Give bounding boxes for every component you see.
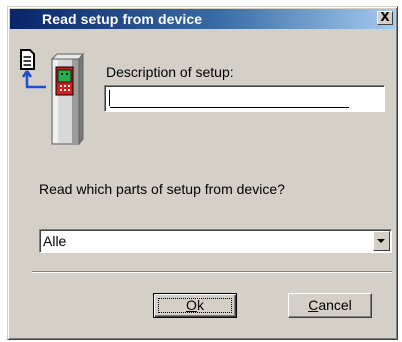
ok-button-label: Ok bbox=[186, 297, 204, 313]
cancel-button-label: Cancel bbox=[308, 297, 352, 313]
close-button[interactable]: X bbox=[377, 11, 393, 25]
dialog-title: Read setup from device bbox=[42, 11, 203, 27]
cancel-button[interactable]: Cancel bbox=[288, 293, 372, 318]
input-underline bbox=[110, 107, 349, 108]
read-setup-dialog: Read setup from device X Description of … bbox=[7, 6, 398, 340]
title-bar[interactable]: Read setup from device X bbox=[10, 9, 395, 29]
parts-select[interactable]: Alle bbox=[39, 229, 392, 253]
separator bbox=[32, 271, 392, 273]
text-caret bbox=[109, 90, 110, 106]
close-icon: X bbox=[380, 10, 390, 24]
read-from-device-icon bbox=[20, 49, 85, 146]
dropdown-button[interactable] bbox=[373, 231, 390, 251]
parts-label: Read which parts of setup from device? bbox=[39, 181, 285, 197]
chevron-down-icon bbox=[377, 239, 385, 243]
description-label: Description of setup: bbox=[106, 64, 234, 80]
parts-select-value: Alle bbox=[43, 233, 67, 249]
ok-button[interactable]: Ok bbox=[153, 293, 237, 318]
description-input[interactable] bbox=[104, 85, 385, 112]
